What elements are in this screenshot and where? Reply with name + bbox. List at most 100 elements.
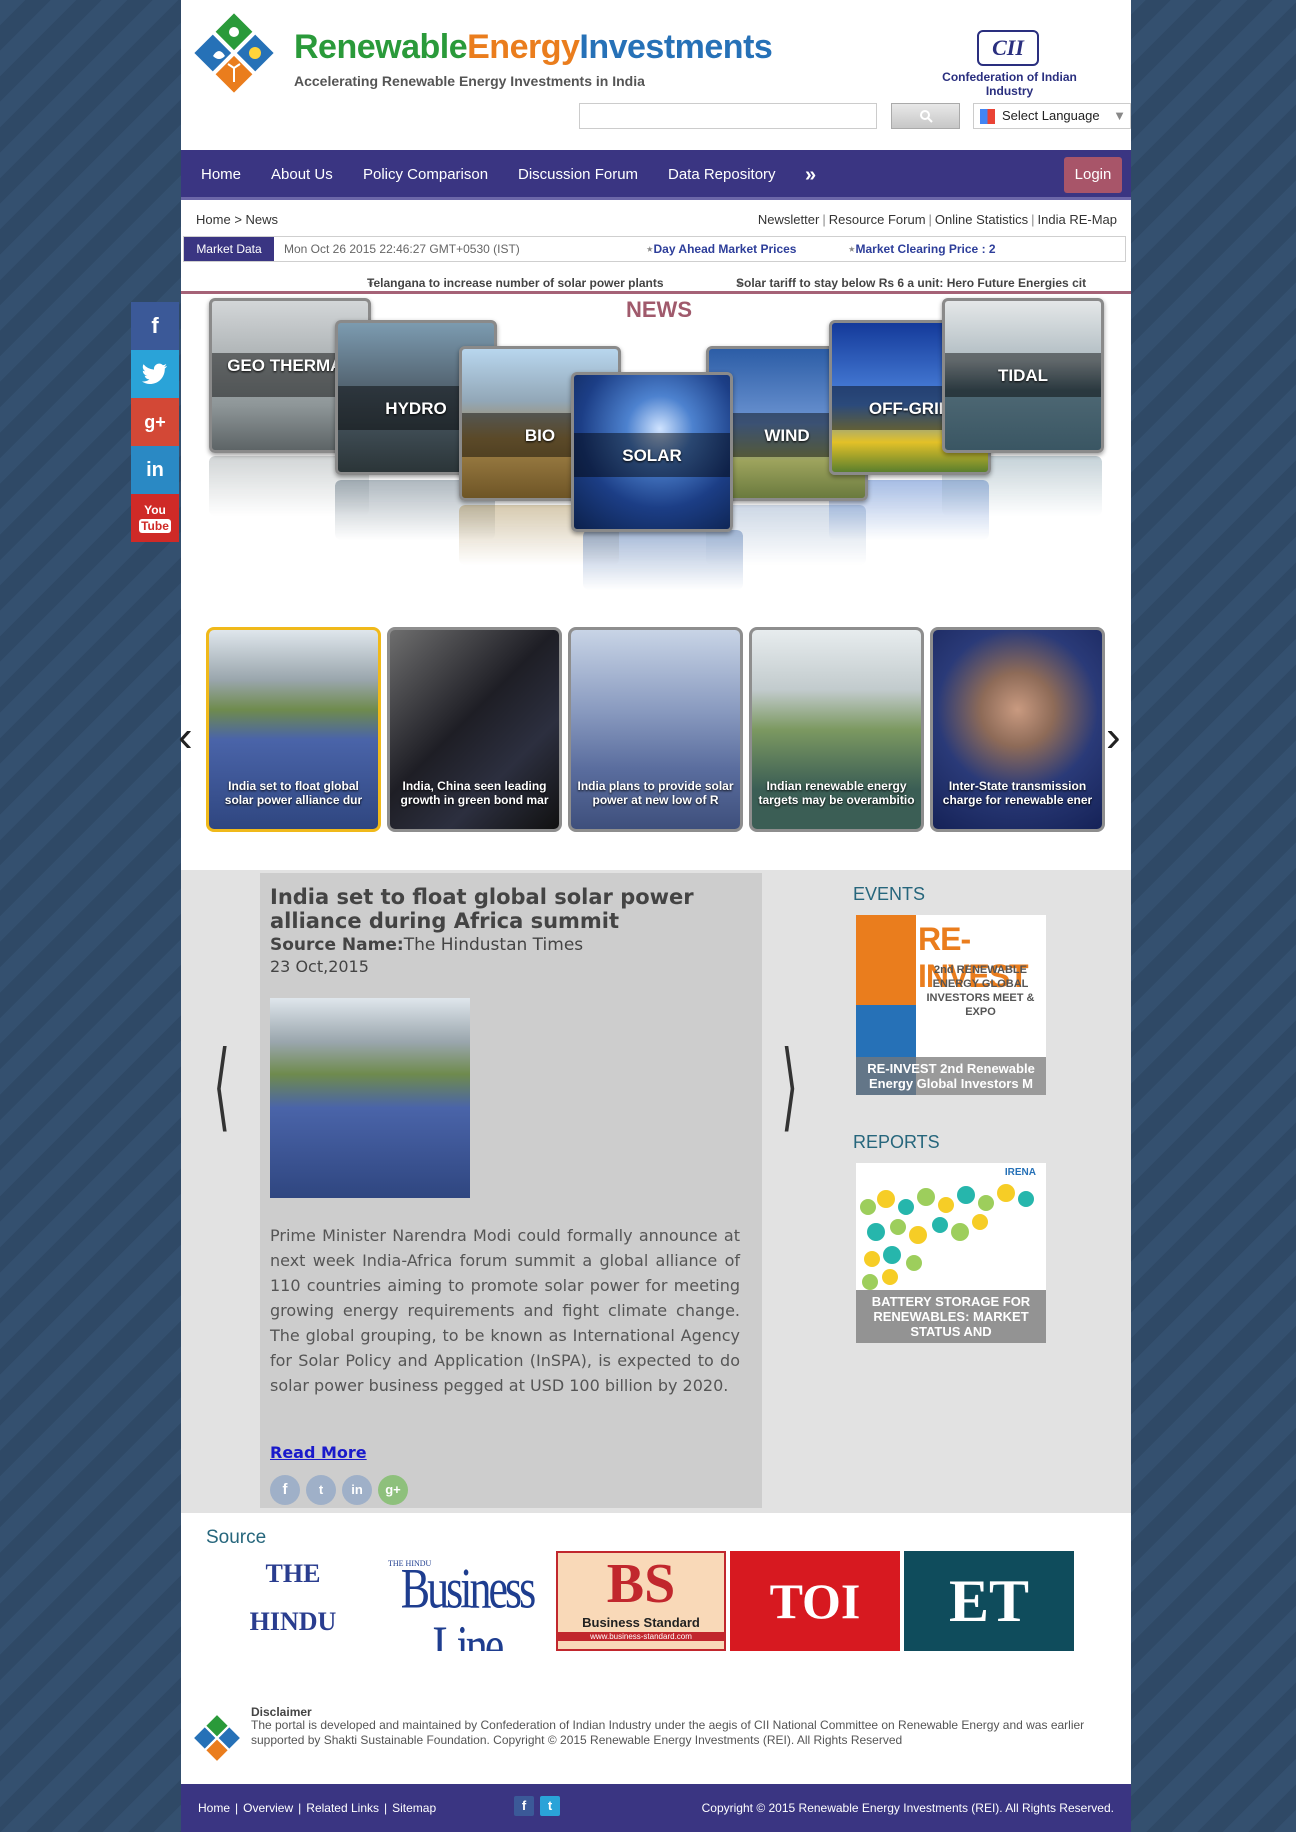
footer-link-home[interactable]: Home: [198, 1801, 230, 1815]
article-source: Source Name:The Hindustan Times: [270, 935, 583, 955]
news-thumbnail[interactable]: India set to float global solar power al…: [206, 627, 381, 832]
twitter-icon[interactable]: t: [306, 1475, 336, 1505]
nav-home[interactable]: Home: [201, 150, 241, 200]
top-links: Newsletter | Resource Forum | Online Statist…: [757, 212, 1117, 227]
news-thumbnail-caption: India plans to provide solar power at ne…: [577, 779, 734, 807]
source-logo-line: THE: [265, 1559, 321, 1588]
read-more-link[interactable]: Read More: [270, 1443, 367, 1462]
news-thumbnail[interactable]: Inter-State transmission charge for rene…: [930, 627, 1105, 832]
search-button[interactable]: [891, 103, 960, 129]
source-logo-line: BS: [606, 1553, 676, 1615]
source-logo-line: ET: [948, 1568, 1030, 1634]
report-card-graphic: [860, 1184, 1034, 1290]
source-logo-line: HINDU: [249, 1607, 337, 1636]
footer-link-sitemap[interactable]: Sitemap: [392, 1801, 436, 1815]
footer-link-overview[interactable]: Overview: [243, 1801, 293, 1815]
news-thumbnail-caption: Inter-State transmission charge for rene…: [942, 779, 1093, 807]
youtube-icon[interactable]: You Tube: [131, 494, 179, 542]
report-card[interactable]: IRENA BATTERY STORAGE FOR RENEWABLES: MA…: [856, 1163, 1046, 1343]
link-india-re-map[interactable]: India RE-Map: [1038, 212, 1117, 227]
language-select[interactable]: Select Language ▼: [973, 103, 1131, 129]
language-select-label: Select Language: [1002, 108, 1100, 123]
nav-about-us[interactable]: About Us: [271, 150, 333, 200]
link-newsletter[interactable]: Newsletter: [758, 212, 819, 227]
site-title[interactable]: RenewableEnergyInvestments: [294, 28, 773, 67]
chevron-down-icon: ▼: [1113, 108, 1126, 123]
footer-facebook-icon[interactable]: f: [514, 1796, 534, 1816]
category-tidal[interactable]: TIDAL: [942, 298, 1104, 453]
nav-policy-comparison[interactable]: Policy Comparison: [363, 150, 488, 200]
article-prev-icon[interactable]: ⟨: [213, 1030, 230, 1142]
article-card: India set to float global solar power al…: [260, 873, 762, 1508]
page: RenewableEnergyInvestments Accelerating …: [178, 0, 1131, 1832]
article-date: 23 Oct,2015: [270, 957, 369, 976]
ticker-item-text: Telangana to increase number of solar po…: [367, 276, 664, 290]
footer-link-related-links[interactable]: Related Links: [306, 1801, 379, 1815]
link-resource-forum[interactable]: Resource Forum: [829, 212, 926, 227]
disclaimer-text: The portal is developed and maintained b…: [251, 1718, 1085, 1747]
google-plus-icon[interactable]: g+: [378, 1475, 408, 1505]
breadcrumb-separator: >: [234, 212, 242, 227]
news-heading: NEWS: [626, 297, 692, 322]
source-logo-the-hindu[interactable]: THE HINDU: [208, 1551, 378, 1651]
event-card[interactable]: RE-INVEST 2nd RENEWABLE ENERGY GLOBAL IN…: [856, 915, 1046, 1095]
article-title: India set to float global solar power al…: [270, 885, 694, 933]
article-source-name: The Hindustan Times: [403, 935, 584, 955]
market-data-label: Market Data: [184, 237, 274, 261]
source-logo-et[interactable]: ET: [904, 1551, 1074, 1651]
category-solar[interactable]: SOLAR: [571, 372, 733, 532]
news-thumbnail-caption: India set to float global solar power al…: [224, 779, 363, 807]
link-day-ahead-prices[interactable]: ⋆Day Ahead Market Prices: [646, 242, 796, 256]
nav-discussion-forum[interactable]: Discussion Forum: [518, 150, 638, 200]
article-next-icon[interactable]: ⟩: [781, 1030, 798, 1142]
event-card-caption: RE-INVEST 2nd Renewable Energy Global In…: [856, 1057, 1046, 1095]
brand-investments: Investments: [579, 28, 773, 66]
search-input[interactable]: [579, 103, 877, 129]
source-logo-business-line[interactable]: THE HINDU Business Line: [382, 1551, 552, 1651]
events-heading: EVENTS: [853, 884, 926, 904]
link-market-clearing-price[interactable]: ⋆Market Clearing Price : 2: [848, 242, 996, 256]
linkedin-share-icon[interactable]: in: [131, 446, 179, 494]
link-online-statistics[interactable]: Online Statistics: [935, 212, 1028, 227]
thumbs-prev-icon[interactable]: ‹: [178, 712, 193, 762]
source-heading: Source: [206, 1527, 267, 1548]
link-market-clearing-price-label: Market Clearing Price : 2: [855, 242, 996, 256]
ticker-item-text: Solar tariff to stay below Rs 6 a unit: …: [736, 276, 1087, 290]
nav-more-icon[interactable]: »: [805, 150, 816, 200]
nav-data-repository[interactable]: Data Repository: [668, 150, 776, 200]
breadcrumb-home[interactable]: Home: [196, 212, 231, 227]
google-translate-icon: [980, 109, 995, 124]
source-logo-line: Business Standard: [582, 1615, 700, 1630]
main-nav: Home About Us Policy Comparison Discussi…: [181, 150, 1131, 200]
source-logo-partial[interactable]: [1078, 1551, 1114, 1651]
report-card-caption: BATTERY STORAGE FOR RENEWABLES: MARKET S…: [856, 1290, 1046, 1343]
thumbs-next-icon[interactable]: ›: [1106, 712, 1121, 762]
source-logo-line: www.business-standard.com: [558, 1632, 724, 1641]
source-logo-toi[interactable]: TOI: [730, 1551, 900, 1651]
brand-energy: Energy: [467, 28, 580, 66]
link-day-ahead-prices-label: Day Ahead Market Prices: [653, 242, 797, 256]
reports-heading: REPORTS: [853, 1132, 940, 1152]
article-image: [270, 998, 470, 1198]
news-thumbnail-caption: Indian renewable energy targets may be o…: [758, 779, 915, 807]
facebook-icon[interactable]: f: [270, 1475, 300, 1505]
cii-logo[interactable]: CII: [977, 30, 1039, 66]
news-thumbnail[interactable]: India, China seen leading growth in gree…: [387, 627, 562, 832]
cii-name: Confederation of Indian Industry: [942, 70, 1077, 98]
footer-copyright: Copyright © 2015 Renewable Energy Invest…: [701, 1801, 1114, 1815]
rei-logo[interactable]: [189, 8, 279, 98]
article-body: Prime Minister Narendra Modi could forma…: [270, 1226, 740, 1395]
source-logo-business-standard[interactable]: BS Business Standard www.business-standa…: [556, 1551, 726, 1651]
category-tidal-label: TIDAL: [997, 366, 1049, 385]
twitter-share-icon[interactable]: [131, 350, 179, 398]
source-logo-line: TOI: [769, 1573, 861, 1629]
news-thumbnail[interactable]: Indian renewable energy targets may be o…: [749, 627, 924, 832]
event-card-subtitle: 2nd RENEWABLE ENERGY GLOBAL INVESTORS ME…: [926, 964, 1035, 1018]
footer-twitter-icon[interactable]: t: [540, 1796, 560, 1816]
news-thumbnail[interactable]: India plans to provide solar power at ne…: [568, 627, 743, 832]
facebook-share-icon[interactable]: f: [131, 302, 179, 350]
linkedin-icon[interactable]: in: [342, 1475, 372, 1505]
login-button[interactable]: Login: [1064, 157, 1122, 193]
google-plus-share-icon[interactable]: g+: [131, 398, 179, 446]
disclaimer-title: Disclaimer: [251, 1705, 312, 1719]
